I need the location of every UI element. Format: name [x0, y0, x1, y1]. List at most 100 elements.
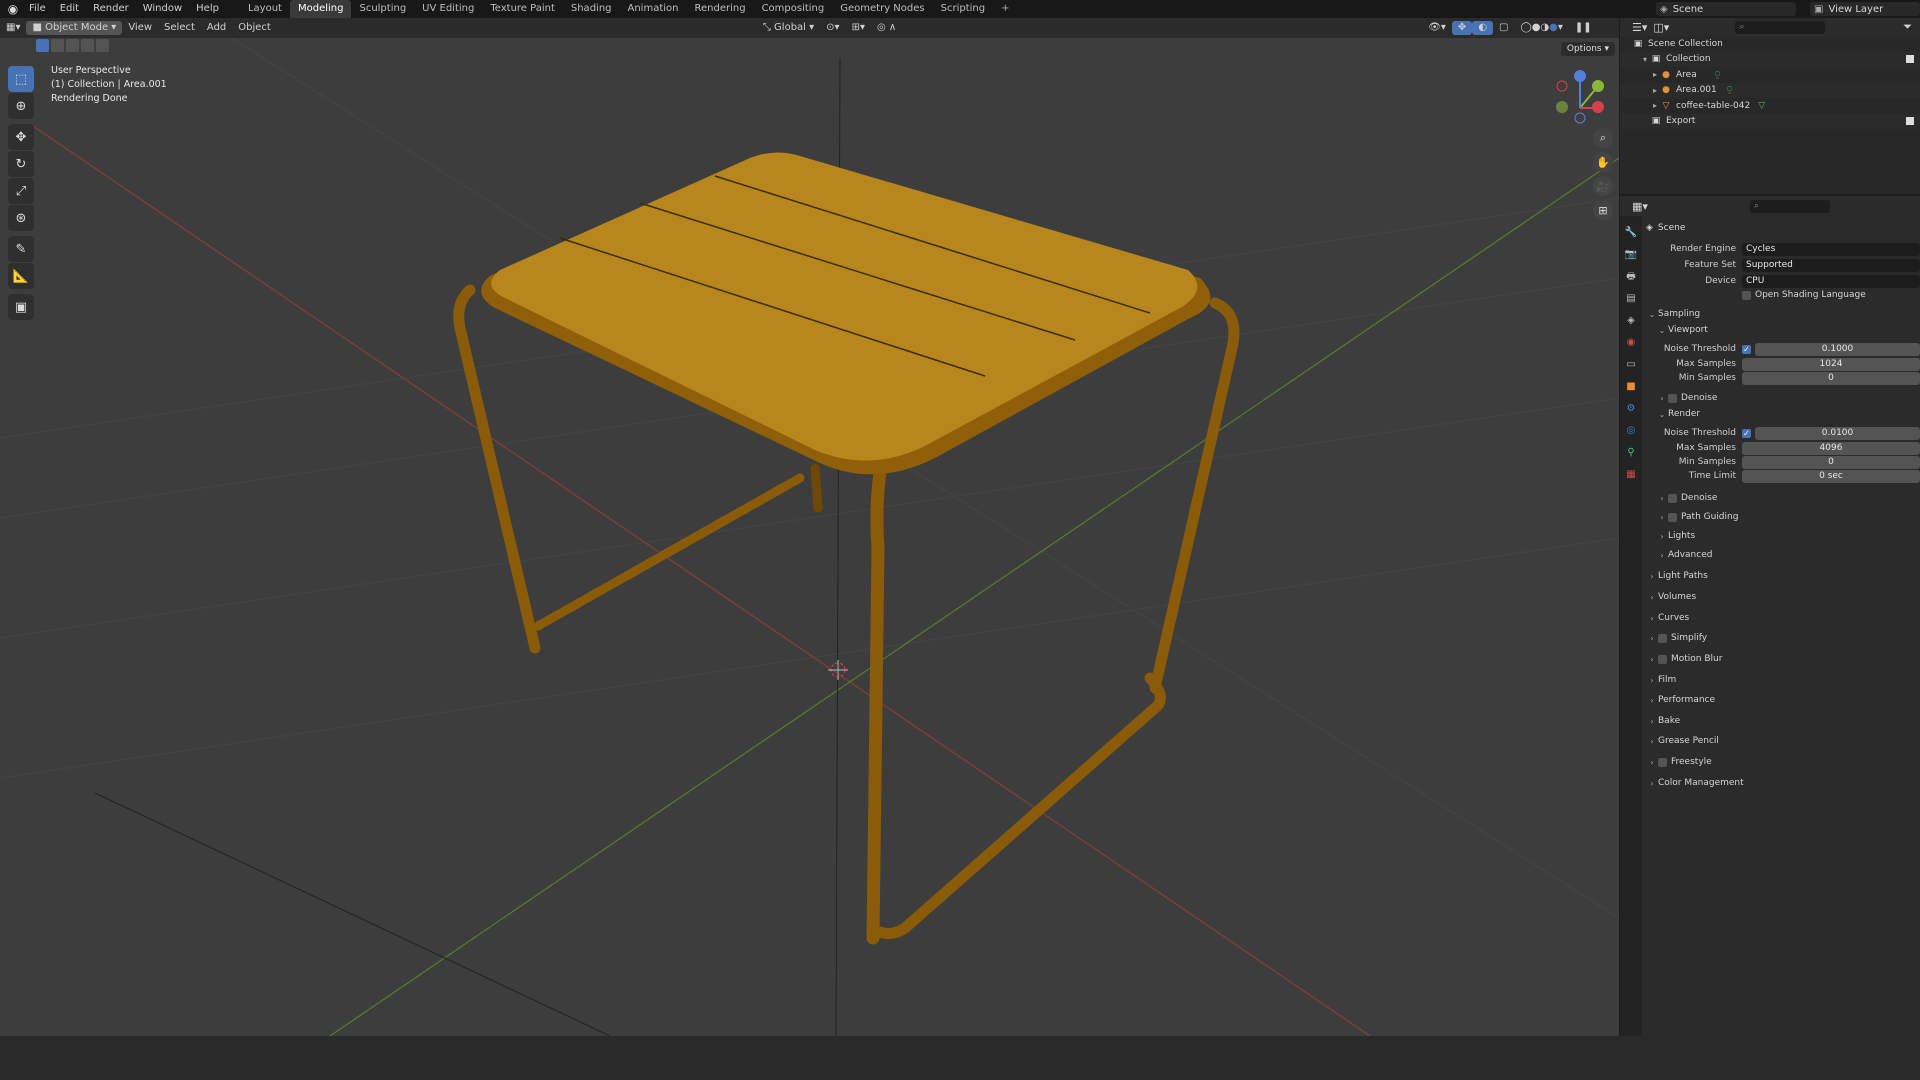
tab-rendering[interactable]: Rendering: [686, 0, 753, 18]
mode-dropdown[interactable]: ■ Object Mode ▾: [26, 21, 123, 35]
filter-icon[interactable]: ⏷: [1903, 20, 1912, 34]
advanced-subpanel[interactable]: › Advanced: [1646, 547, 1920, 563]
curves-panel[interactable]: › Curves: [1646, 610, 1920, 626]
osl-checkbox[interactable]: [1742, 290, 1751, 300]
tab-shading[interactable]: Shading: [563, 0, 620, 18]
outliner-row-area-001[interactable]: ▸ ● Area.001 ⍜: [1620, 82, 1920, 98]
camera-view-icon[interactable]: 🎥: [1593, 176, 1613, 196]
r-max-samples-field[interactable]: 4096: [1742, 441, 1920, 455]
r-min-samples-field[interactable]: 0: [1742, 455, 1920, 469]
r-denoise-subpanel[interactable]: › Denoise: [1646, 490, 1920, 506]
gizmo-toggle-icon[interactable]: ✥: [1451, 21, 1473, 35]
expand-arrow-icon[interactable]: ▸: [1650, 86, 1660, 95]
vp-noise-threshold-field[interactable]: 0.1000: [1755, 342, 1920, 356]
menu-edit[interactable]: Edit: [53, 0, 86, 18]
select-subtract-icon[interactable]: [66, 39, 79, 52]
grease-pencil-panel[interactable]: › Grease Pencil: [1646, 733, 1920, 749]
freestyle-checkbox[interactable]: [1658, 757, 1667, 767]
light-data-icon[interactable]: ⍜: [1727, 85, 1732, 95]
view-layer-tab-icon[interactable]: ▤: [1624, 292, 1638, 306]
ortho-grid-icon[interactable]: ⊞: [1593, 200, 1613, 220]
noise-threshold-checkbox[interactable]: ✓: [1742, 344, 1751, 354]
vp-max-samples-field[interactable]: 1024: [1742, 357, 1920, 371]
freestyle-panel[interactable]: › Freestyle: [1646, 754, 1920, 770]
add-workspace-icon[interactable]: +: [993, 0, 1017, 18]
collection-tab-icon[interactable]: ▭: [1624, 358, 1638, 372]
tab-animation[interactable]: Animation: [620, 0, 687, 18]
cursor-tool-icon[interactable]: ⊕: [8, 93, 34, 119]
simplify-panel[interactable]: › Simplify: [1646, 630, 1920, 646]
exclude-checkbox[interactable]: [1906, 117, 1914, 126]
zoom-icon[interactable]: ⌕: [1593, 128, 1613, 148]
transform-tool-icon[interactable]: ⊛: [8, 205, 34, 231]
select-box-tool-icon[interactable]: ⬚: [8, 66, 34, 92]
menu-help[interactable]: Help: [189, 0, 226, 18]
menu-view[interactable]: View: [122, 21, 158, 35]
scene-selector[interactable]: ◈ Scene: [1656, 2, 1796, 16]
menu-window[interactable]: Window: [136, 0, 189, 18]
outliner-row-scene-collection[interactable]: ▣ Scene Collection: [1620, 36, 1920, 52]
pan-hand-icon[interactable]: ✋: [1593, 152, 1613, 172]
pivot-point-icon[interactable]: ⊙▾: [820, 21, 845, 35]
overlay-toggle-icon[interactable]: ◐: [1472, 21, 1494, 35]
outliner-row-area[interactable]: ▸ ● Area ⍜: [1620, 67, 1920, 83]
scene-tab-icon[interactable]: ◈: [1624, 314, 1638, 328]
menu-add[interactable]: Add: [201, 21, 232, 35]
path-guiding-subpanel[interactable]: › Path Guiding: [1646, 509, 1920, 525]
blender-logo-icon[interactable]: ◉: [4, 0, 22, 18]
motion-blur-panel[interactable]: › Motion Blur: [1646, 651, 1920, 667]
properties-search-input[interactable]: ⌕: [1750, 200, 1830, 213]
expand-arrow-icon[interactable]: ▸: [1650, 70, 1660, 79]
proportional-editing-icon[interactable]: ◎ ∧: [871, 21, 902, 35]
outliner-row-collection[interactable]: ▾ ▣ Collection: [1620, 51, 1920, 67]
tab-layout[interactable]: Layout: [240, 0, 290, 18]
menu-render[interactable]: Render: [86, 0, 136, 18]
vp-min-samples-field[interactable]: 0: [1742, 371, 1920, 385]
render-subpanel-header[interactable]: ⌄ Render: [1646, 406, 1920, 422]
noise-threshold-checkbox[interactable]: ✓: [1742, 428, 1751, 438]
annotate-tool-icon[interactable]: ✎: [8, 236, 34, 262]
options-dropdown[interactable]: Options ▾: [1560, 42, 1615, 56]
move-tool-icon[interactable]: ✥: [8, 124, 34, 150]
object-tab-icon[interactable]: ■: [1624, 380, 1638, 394]
sampling-panel-header[interactable]: ⌄ Sampling: [1646, 306, 1920, 322]
output-tab-icon[interactable]: 🖶: [1624, 270, 1638, 284]
light-data-icon[interactable]: ⍜: [1715, 70, 1720, 80]
measure-tool-icon[interactable]: 📐: [8, 263, 34, 289]
exclude-checkbox[interactable]: [1906, 55, 1914, 64]
menu-select[interactable]: Select: [158, 21, 201, 35]
viewport-subpanel-header[interactable]: ⌄ Viewport: [1646, 322, 1920, 338]
time-limit-field[interactable]: 0 sec: [1742, 469, 1920, 483]
pause-render-icon[interactable]: ❚❚: [1569, 21, 1598, 35]
outliner-row-coffee-table[interactable]: ▸ ▽ coffee-table-042 ▽: [1620, 98, 1920, 114]
modifier-tab-icon[interactable]: ⚙: [1624, 402, 1638, 416]
orientation-dropdown[interactable]: ⤡ Global ▾: [757, 21, 820, 35]
r-noise-threshold-field[interactable]: 0.0100: [1755, 426, 1920, 440]
render-tab-icon[interactable]: 📷: [1624, 248, 1638, 262]
outliner-row-export[interactable]: ▣ Export: [1620, 113, 1920, 129]
vp-denoise-subpanel[interactable]: › Denoise: [1646, 390, 1920, 406]
denoise-checkbox[interactable]: [1668, 393, 1677, 403]
feature-set-dropdown[interactable]: Supported: [1742, 258, 1920, 272]
tab-scripting[interactable]: Scripting: [933, 0, 993, 18]
select-extend-icon[interactable]: [51, 39, 64, 52]
tab-texture-paint[interactable]: Texture Paint: [482, 0, 563, 18]
select-new-icon[interactable]: [36, 39, 49, 52]
lights-subpanel[interactable]: › Lights: [1646, 528, 1920, 544]
snap-icon[interactable]: ⊞▾: [846, 21, 871, 35]
color-management-panel[interactable]: › Color Management: [1646, 775, 1920, 791]
visibility-icon[interactable]: 👁▾: [1422, 21, 1452, 35]
film-panel[interactable]: › Film: [1646, 672, 1920, 688]
display-mode-icon[interactable]: ◫▾: [1653, 21, 1669, 34]
select-intersect-icon[interactable]: [96, 39, 109, 52]
add-cube-tool-icon[interactable]: ▣: [8, 294, 34, 320]
motion-blur-checkbox[interactable]: [1658, 654, 1667, 664]
tab-sculpting[interactable]: Sculpting: [351, 0, 414, 18]
3d-viewport[interactable]: ▦▾ ■ Object Mode ▾ View Select Add Objec…: [0, 18, 1619, 1036]
tab-compositing[interactable]: Compositing: [754, 0, 833, 18]
device-dropdown[interactable]: CPU: [1742, 274, 1920, 288]
editor-type-icon[interactable]: ▦▾: [0, 21, 26, 35]
bake-panel[interactable]: › Bake: [1646, 713, 1920, 729]
expand-arrow-icon[interactable]: ▾: [1640, 55, 1650, 64]
denoise-checkbox[interactable]: [1668, 493, 1677, 503]
